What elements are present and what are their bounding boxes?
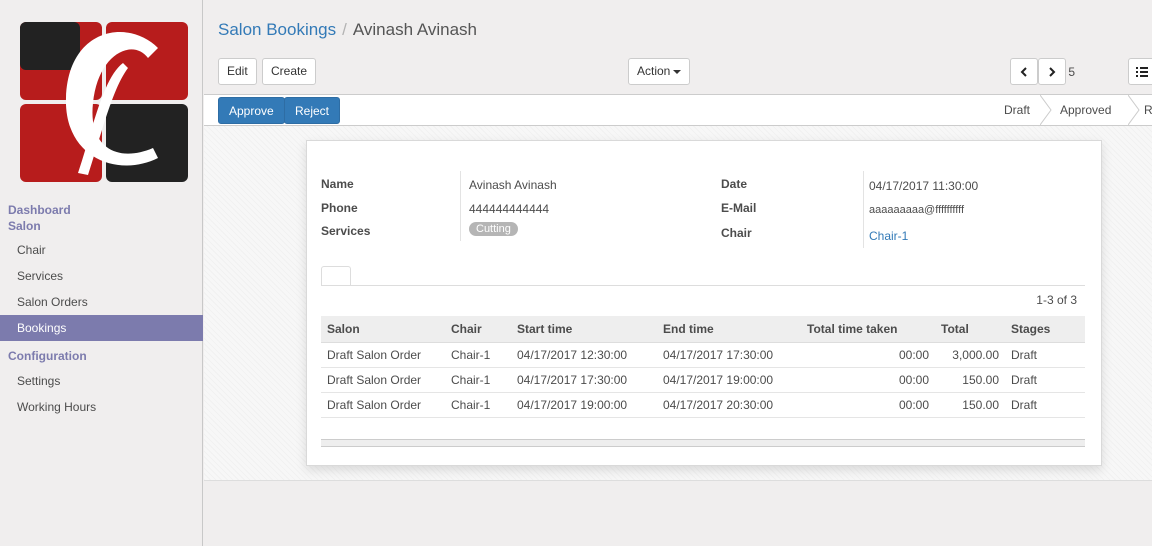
pager-next-button[interactable] [1038, 58, 1066, 85]
form-sheet: Name Avinash Avinash Phone 444444444444 … [306, 140, 1102, 466]
edit-button[interactable]: Edit [218, 58, 257, 85]
create-button[interactable]: Create [262, 58, 317, 85]
sidebar-item-working-hours[interactable]: Working Hours [0, 394, 203, 420]
cell-start-time: 04/17/2017 17:30:00 [511, 367, 657, 393]
list-view-icon [1136, 66, 1148, 77]
sidebar-item-salon-orders[interactable]: Salon Orders [0, 289, 203, 315]
name-value: Avinash Avinash [469, 178, 557, 192]
chair-label: Chair [721, 226, 752, 240]
cell-stage: Draft [1005, 342, 1085, 368]
date-label: Date [721, 177, 748, 191]
control-panel: Salon Bookings / Avinash Avinash Edit Crea… [204, 0, 1152, 94]
menu-section-salon[interactable]: Salon [8, 219, 41, 233]
cell-end-time: 04/17/2017 20:30:00 [657, 392, 801, 418]
form-sheet-background: Name Avinash Avinash Phone 444444444444 … [204, 126, 1152, 481]
column-header-total[interactable]: Total [935, 316, 1005, 343]
menu-section-configuration[interactable]: Configuration [8, 349, 87, 363]
sidebar: Dashboard Salon Chair Services Salon Ord… [0, 0, 203, 546]
column-header-salon[interactable]: Salon [321, 316, 445, 343]
chevron-right-icon [1049, 67, 1056, 77]
chair-value-link[interactable]: Chair-1 [869, 229, 908, 243]
reject-button[interactable]: Reject [284, 97, 341, 124]
action-dropdown-label: Action [637, 64, 671, 78]
email-label: E-Mail [721, 201, 757, 215]
company-logo[interactable] [8, 8, 196, 188]
table-header-row: Salon Chair Start time End time Total ti… [321, 316, 1085, 343]
stage-draft[interactable]: Draft [990, 95, 1030, 125]
stage-approved[interactable]: Approved [1046, 95, 1111, 125]
cell-chair: Chair-1 [445, 342, 511, 368]
table-row[interactable]: Draft Salon Order Chair-1 04/17/2017 12:… [321, 342, 1085, 368]
column-header-chair[interactable]: Chair [445, 316, 511, 343]
cell-total: 150.00 [935, 392, 1005, 418]
column-header-stages[interactable]: Stages [1005, 316, 1085, 343]
cell-chair: Chair-1 [445, 392, 511, 418]
services-tag[interactable]: Cutting [469, 222, 518, 236]
booking-lines-table: Salon Chair Start time End time Total ti… [321, 316, 1085, 418]
company-logo-image [20, 22, 188, 182]
cell-total: 150.00 [935, 367, 1005, 393]
cell-stage: Draft [1005, 367, 1085, 393]
name-label: Name [321, 177, 354, 191]
cell-salon: Draft Salon Order [321, 342, 445, 368]
cell-total-time: 00:00 [801, 392, 935, 418]
phone-value: 444444444444 [469, 202, 550, 216]
cell-chair: Chair-1 [445, 367, 511, 393]
record-count: 1-3 of 3 [1036, 293, 1077, 307]
cell-end-time: 04/17/2017 19:00:00 [657, 367, 801, 393]
cell-end-time: 04/17/2017 17:30:00 [657, 342, 801, 368]
main-content: Salon Bookings / Avinash Avinash Edit Crea… [204, 0, 1152, 546]
notebook-divider [321, 285, 1085, 286]
column-header-end-time[interactable]: End time [657, 316, 801, 343]
field-divider [460, 171, 461, 241]
cell-salon: Draft Salon Order [321, 392, 445, 418]
breadcrumb: Salon Bookings / Avinash Avinash [218, 20, 477, 40]
notebook-tab[interactable] [321, 266, 351, 286]
form-statusbar: Approve Reject Draft Approved R [204, 94, 1152, 126]
cell-start-time: 04/17/2017 12:30:00 [511, 342, 657, 368]
column-header-total-time[interactable]: Total time taken [801, 316, 935, 343]
cell-total-time: 00:00 [801, 367, 935, 393]
sidebar-item-settings[interactable]: Settings [0, 368, 203, 394]
stage-next[interactable]: R [1130, 95, 1152, 125]
list-view-button[interactable] [1128, 58, 1152, 85]
approve-button[interactable]: Approve [218, 97, 285, 124]
phone-label: Phone [321, 201, 358, 215]
chevron-left-icon [1020, 67, 1027, 77]
cell-stage: Draft [1005, 392, 1085, 418]
table-row[interactable]: Draft Salon Order Chair-1 04/17/2017 17:… [321, 367, 1085, 393]
menu-section-dashboard[interactable]: Dashboard [8, 203, 71, 217]
breadcrumb-separator: / [342, 20, 347, 39]
field-divider [863, 171, 864, 248]
sidebar-item-bookings[interactable]: Bookings [0, 315, 203, 341]
pager-previous-button[interactable] [1010, 58, 1038, 85]
cell-total: 3,000.00 [935, 342, 1005, 368]
table-footer [321, 439, 1085, 447]
date-value: 04/17/2017 11:30:00 [869, 179, 979, 193]
table-row[interactable]: Draft Salon Order Chair-1 04/17/2017 19:… [321, 392, 1085, 418]
breadcrumb-parent-link[interactable]: Salon Bookings [218, 20, 336, 39]
email-value: aaaaaaaaa@ffffffffff [869, 204, 964, 216]
services-label: Services [321, 224, 371, 238]
column-header-start-time[interactable]: Start time [511, 316, 657, 343]
cell-start-time: 04/17/2017 19:00:00 [511, 392, 657, 418]
sidebar-item-services[interactable]: Services [0, 263, 203, 289]
action-dropdown[interactable]: Action [628, 58, 691, 85]
cell-salon: Draft Salon Order [321, 367, 445, 393]
breadcrumb-current: Avinash Avinash [352, 20, 478, 39]
cell-total-time: 00:00 [801, 342, 935, 368]
sidebar-item-chair[interactable]: Chair [0, 237, 203, 263]
caret-down-icon [673, 69, 682, 74]
